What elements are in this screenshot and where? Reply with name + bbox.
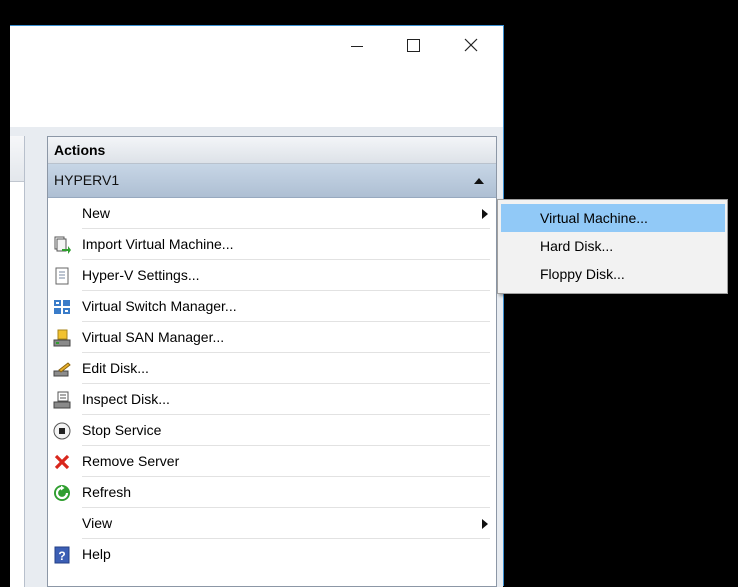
toolbar <box>10 94 503 128</box>
action-new[interactable]: New <box>48 198 496 229</box>
minimize-button[interactable] <box>334 26 380 64</box>
action-hyperv-settings[interactable]: Hyper-V Settings... <box>48 260 496 291</box>
inspect-disk-icon <box>53 391 71 409</box>
stop-icon <box>53 422 71 440</box>
submenu-arrow-icon <box>482 519 488 529</box>
center-pane-header <box>10 136 24 182</box>
submenu-item-floppy-disk[interactable]: Floppy Disk... <box>501 260 725 288</box>
svg-text:?: ? <box>58 549 65 563</box>
action-edit-disk[interactable]: Edit Disk... <box>48 353 496 384</box>
submenu-label: Hard Disk... <box>540 238 614 254</box>
minimize-icon <box>351 45 363 47</box>
hyperv-manager-window: Actions HYPERV1 New Import Virtual Machi… <box>10 25 504 587</box>
close-icon <box>464 38 478 52</box>
close-button[interactable] <box>448 26 494 64</box>
action-remove-server[interactable]: Remove Server <box>48 446 496 477</box>
maximize-button[interactable] <box>390 26 436 64</box>
title-bar <box>10 26 503 64</box>
menu-bar <box>10 64 503 95</box>
action-label: Refresh <box>82 484 132 500</box>
action-label: Virtual SAN Manager... <box>82 329 225 345</box>
action-help[interactable]: ? Help <box>48 539 496 570</box>
submenu-label: Floppy Disk... <box>540 266 625 282</box>
action-label: Edit Disk... <box>82 360 149 376</box>
action-label: Help <box>82 546 111 562</box>
help-icon: ? <box>54 546 70 564</box>
collapse-arrow-icon[interactable] <box>474 178 484 184</box>
new-submenu: Virtual Machine... Hard Disk... Floppy D… <box>497 199 728 294</box>
remove-x-icon <box>54 454 70 470</box>
san-manager-icon <box>53 329 71 347</box>
action-label: Remove Server <box>82 453 180 469</box>
switch-manager-icon <box>54 300 70 314</box>
action-view[interactable]: View <box>48 508 496 539</box>
maximize-icon <box>406 38 420 52</box>
action-label: Inspect Disk... <box>82 391 170 407</box>
action-inspect-disk[interactable]: Inspect Disk... <box>48 384 496 415</box>
action-stop-service[interactable]: Stop Service <box>48 415 496 446</box>
action-label: New <box>82 205 111 221</box>
submenu-label: Virtual Machine... <box>540 210 648 226</box>
action-virtual-switch-manager[interactable]: Virtual Switch Manager... <box>48 291 496 322</box>
submenu-item-virtual-machine[interactable]: Virtual Machine... <box>501 204 725 232</box>
action-refresh[interactable]: Refresh <box>48 477 496 508</box>
action-label: Virtual Switch Manager... <box>82 298 237 314</box>
action-virtual-san-manager[interactable]: Virtual SAN Manager... <box>48 322 496 353</box>
hyperv1-group-header[interactable]: HYPERV1 <box>48 164 496 198</box>
actions-pane-title: Actions <box>48 137 496 164</box>
action-label: View <box>82 515 113 531</box>
settings-icon <box>55 267 69 285</box>
refresh-icon <box>54 485 70 501</box>
submenu-arrow-icon <box>482 209 488 219</box>
group-label: HYPERV1 <box>54 172 120 188</box>
edit-disk-icon <box>53 362 71 377</box>
actions-pane: Actions HYPERV1 New Import Virtual Machi… <box>47 136 497 587</box>
center-pane <box>10 136 25 587</box>
action-import-virtual-machine[interactable]: Import Virtual Machine... <box>48 229 496 260</box>
submenu-item-hard-disk[interactable]: Hard Disk... <box>501 232 725 260</box>
action-label: Stop Service <box>82 422 162 438</box>
action-label: Import Virtual Machine... <box>82 236 234 252</box>
action-label: Hyper-V Settings... <box>82 267 200 283</box>
import-vm-icon <box>54 236 71 254</box>
